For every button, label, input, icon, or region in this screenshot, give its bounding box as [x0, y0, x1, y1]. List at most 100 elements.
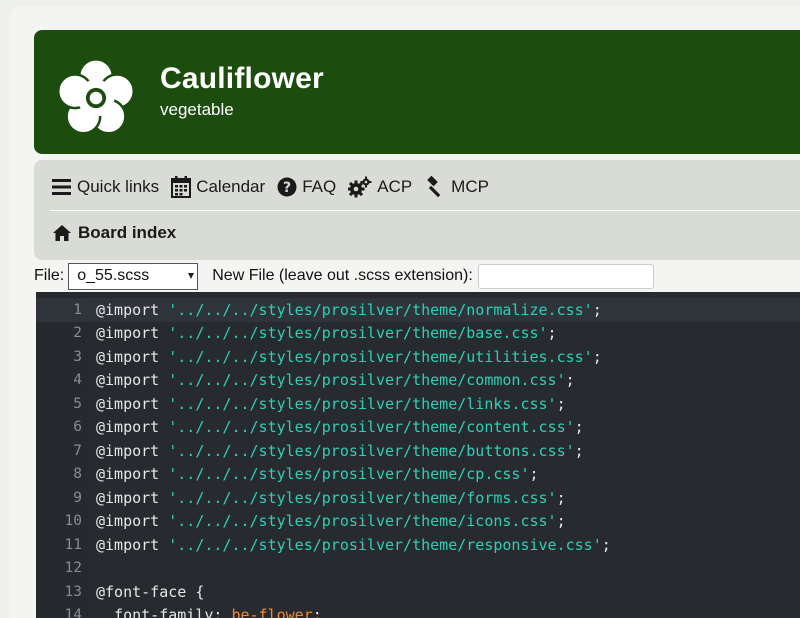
line-number: 6	[73, 419, 82, 436]
line-number: 5	[73, 395, 82, 412]
code-text: font-family: be-flower;	[96, 606, 322, 618]
code-token-end: ;	[529, 465, 539, 484]
code-text: @import '../../../styles/prosilver/theme…	[96, 536, 611, 554]
line-number: 10	[64, 513, 82, 530]
nav-mcp[interactable]: MCP	[424, 176, 489, 198]
cogs-icon	[348, 176, 372, 198]
nav-divider	[50, 210, 800, 211]
gavel-icon	[427, 176, 441, 198]
code-line[interactable]: 2 @import '../../../styles/prosilver/them…	[36, 322, 800, 346]
code-text: @import '../../../styles/prosilver/theme…	[96, 489, 566, 507]
code-line[interactable]: 1 @import '../../../styles/prosilver/them…	[36, 298, 800, 322]
site-description: vegetable	[160, 100, 234, 119]
calendar-icon	[171, 176, 192, 198]
file-toolbar: File: o_55.scss New File (leave out .scs…	[34, 262, 654, 290]
board-index-link[interactable]: Board index	[78, 223, 176, 243]
code-token-str: '../../../styles/prosilver/theme/respons…	[168, 535, 602, 554]
code-token-kw: @import	[96, 371, 160, 390]
code-token-kw: font-family:	[96, 606, 232, 618]
code-text: @import '../../../styles/prosilver/theme…	[96, 418, 584, 436]
code-text: @font-face {	[96, 583, 204, 601]
code-token-end: ;	[592, 300, 602, 319]
code-token-kw: @import	[96, 512, 160, 531]
line-number: 9	[73, 489, 82, 506]
nav-faq-label: FAQ	[302, 177, 337, 196]
new-file-label: New File (leave out .scss extension):	[212, 267, 473, 284]
nav-calendar[interactable]: Calendar	[171, 176, 265, 198]
code-token-kw: @import	[96, 418, 160, 437]
code-text: @import '../../../styles/prosilver/theme…	[96, 512, 566, 530]
code-text: @import '../../../styles/prosilver/theme…	[96, 324, 557, 342]
code-line[interactable]: 12	[36, 557, 800, 581]
code-token-end: ;	[601, 535, 611, 554]
code-line[interactable]: 5 @import '../../../styles/prosilver/them…	[36, 392, 800, 416]
nav-acp[interactable]: ACP	[348, 176, 412, 198]
code-token-end: ;	[556, 488, 566, 507]
code-text: @import '../../../styles/prosilver/theme…	[96, 395, 566, 413]
code-editor[interactable]: 1 @import '../../../styles/prosilver/them…	[36, 292, 800, 618]
code-token-str: '../../../styles/prosilver/theme/buttons…	[168, 441, 575, 460]
code-text: @import '../../../styles/prosilver/theme…	[96, 348, 602, 366]
site-title[interactable]: Cauliflower	[160, 62, 324, 96]
home-icon	[53, 225, 71, 241]
code-token-str: '../../../styles/prosilver/theme/base.cs…	[168, 324, 548, 343]
code-token-end: ;	[574, 418, 584, 437]
code-token-kw: @import	[96, 465, 160, 484]
question-circle-icon: ?	[277, 177, 297, 197]
code-token-kw: @import	[96, 324, 160, 343]
code-line[interactable]: 3 @import '../../../styles/prosilver/them…	[36, 345, 800, 369]
code-line[interactable]: 11 @import '../../../styles/prosilver/the…	[36, 533, 800, 557]
code-text: @import '../../../styles/prosilver/theme…	[96, 442, 584, 460]
code-line[interactable]: 7 @import '../../../styles/prosilver/them…	[36, 439, 800, 463]
code-line[interactable]: 14 font-family: be-flower;	[36, 604, 800, 618]
code-token-str: '../../../styles/prosilver/theme/normali…	[168, 300, 593, 319]
line-number: 3	[73, 348, 82, 365]
code-token-kw: @font-face {	[96, 582, 205, 601]
breadcrumb[interactable]: Board index	[52, 223, 176, 243]
code-token-str: '../../../styles/prosilver/theme/content…	[168, 418, 575, 437]
code-token-end: ;	[592, 347, 602, 366]
code-token-kw: @import	[96, 488, 160, 507]
code-line[interactable]: 8 @import '../../../styles/prosilver/them…	[36, 463, 800, 487]
code-token-kw: @import	[96, 535, 160, 554]
navbar: Quick links Calendar ? FAQ ACP MCP Board…	[34, 160, 800, 260]
code-line[interactable]: 4 @import '../../../styles/prosilver/them…	[36, 369, 800, 393]
code-token-end: ;	[574, 441, 584, 460]
line-number: 14	[64, 607, 82, 618]
file-label: File:	[34, 267, 65, 284]
code-token-str: '../../../styles/prosilver/theme/cp.css'	[168, 465, 530, 484]
code-token-str: '../../../styles/prosilver/theme/utiliti…	[168, 347, 593, 366]
code-line[interactable]: 6 @import '../../../styles/prosilver/them…	[36, 416, 800, 440]
code-line[interactable]: 9 @import '../../../styles/prosilver/them…	[36, 486, 800, 510]
code-token-end: ;	[556, 394, 566, 413]
code-token-str: '../../../styles/prosilver/theme/forms.c…	[168, 488, 557, 507]
nav-links: Quick links Calendar ? FAQ ACP MCP	[52, 172, 501, 202]
file-select[interactable]: o_55.scss	[68, 262, 199, 290]
line-number: 11	[64, 536, 82, 553]
bars-icon	[52, 179, 71, 195]
code-token-str: '../../../styles/prosilver/theme/links.c…	[168, 394, 557, 413]
site-header: Cauliflower vegetable	[34, 30, 800, 154]
code-token-kw: @import	[96, 394, 160, 413]
line-number: 1	[73, 301, 82, 318]
flower-icon[interactable]	[54, 56, 138, 140]
line-number: 4	[73, 372, 82, 389]
line-number: 7	[73, 442, 82, 459]
code-line[interactable]: 10 @import '../../../styles/prosilver/the…	[36, 510, 800, 534]
line-number: 12	[64, 560, 82, 577]
code-token-kw: @import	[96, 347, 160, 366]
code-token-str: '../../../styles/prosilver/theme/icons.c…	[168, 512, 557, 531]
chevron-down-icon	[188, 272, 195, 279]
code-token-kw: @import	[96, 441, 160, 460]
new-file-input[interactable]	[477, 263, 654, 289]
nav-quick-links-label: Quick links	[77, 177, 160, 196]
nav-acp-label: ACP	[377, 177, 413, 196]
nav-faq[interactable]: ? FAQ	[277, 177, 336, 197]
nav-quick-links[interactable]: Quick links	[52, 177, 159, 197]
code-token-str: '../../../styles/prosilver/theme/common.…	[168, 371, 566, 390]
file-select-value: o_55.scss	[77, 267, 150, 284]
code-line[interactable]: 13 @font-face {	[36, 580, 800, 604]
code-token-end: ;	[312, 606, 322, 618]
code-token-end: ;	[565, 371, 575, 390]
nav-calendar-label: Calendar	[196, 177, 266, 196]
